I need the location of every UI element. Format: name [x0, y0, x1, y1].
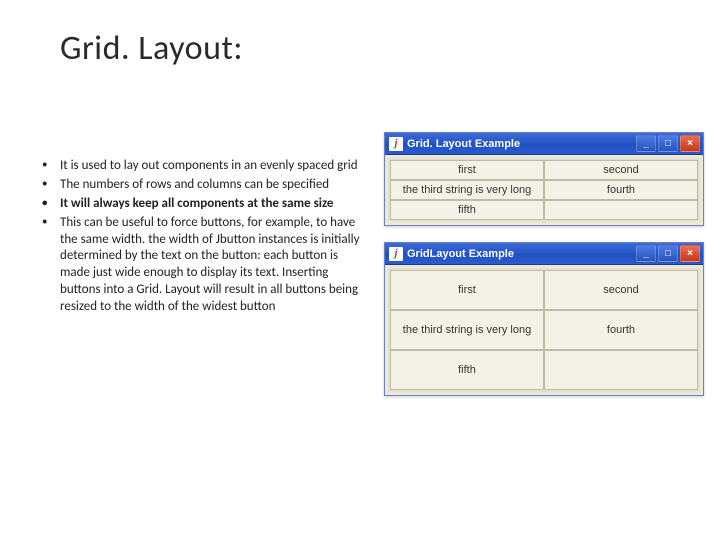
grid-cell[interactable]	[544, 350, 698, 390]
screenshots-column: j Grid. Layout Example _ □ × first secon…	[384, 132, 704, 412]
maximize-button[interactable]: □	[658, 135, 678, 152]
close-button[interactable]: ×	[680, 135, 700, 152]
java-icon: j	[389, 247, 403, 261]
bullet-item: It is used to lay out components in an e…	[56, 158, 368, 175]
window-small: j Grid. Layout Example _ □ × first secon…	[384, 132, 704, 226]
grid-cell[interactable]: second	[544, 270, 698, 310]
grid-cell[interactable]: second	[544, 160, 698, 180]
titlebar: j GridLayout Example _ □ ×	[385, 243, 703, 265]
maximize-button[interactable]: □	[658, 245, 678, 262]
grid-cell[interactable]: first	[390, 160, 544, 180]
grid-cell[interactable]	[544, 200, 698, 220]
grid-cell[interactable]: fourth	[544, 180, 698, 200]
window-title: GridLayout Example	[407, 248, 514, 260]
bullet-item: This can be useful to force buttons, for…	[56, 215, 368, 316]
slide-title: Grid. Layout:	[60, 28, 243, 69]
grid-cell[interactable]: the third string is very long	[390, 180, 544, 200]
titlebar: j Grid. Layout Example _ □ ×	[385, 133, 703, 155]
grid-cell[interactable]: fifth	[390, 350, 544, 390]
close-button[interactable]: ×	[680, 245, 700, 262]
grid-container: first second the third string is very lo…	[388, 158, 700, 222]
grid-cell[interactable]: fifth	[390, 200, 544, 220]
bullet-column: It is used to lay out components in an e…	[38, 158, 368, 318]
minimize-button[interactable]: _	[636, 245, 656, 262]
grid-cell[interactable]: the third string is very long	[390, 310, 544, 350]
grid-cell[interactable]: fourth	[544, 310, 698, 350]
grid-container: first second the third string is very lo…	[388, 268, 700, 392]
window-title: Grid. Layout Example	[407, 138, 520, 150]
window-big: j GridLayout Example _ □ × first second …	[384, 242, 704, 396]
bullet-item: It will always keep all components at th…	[56, 196, 368, 213]
minimize-button[interactable]: _	[636, 135, 656, 152]
bullet-item: The numbers of rows and columns can be s…	[56, 177, 368, 194]
java-icon: j	[389, 137, 403, 151]
grid-cell[interactable]: first	[390, 270, 544, 310]
